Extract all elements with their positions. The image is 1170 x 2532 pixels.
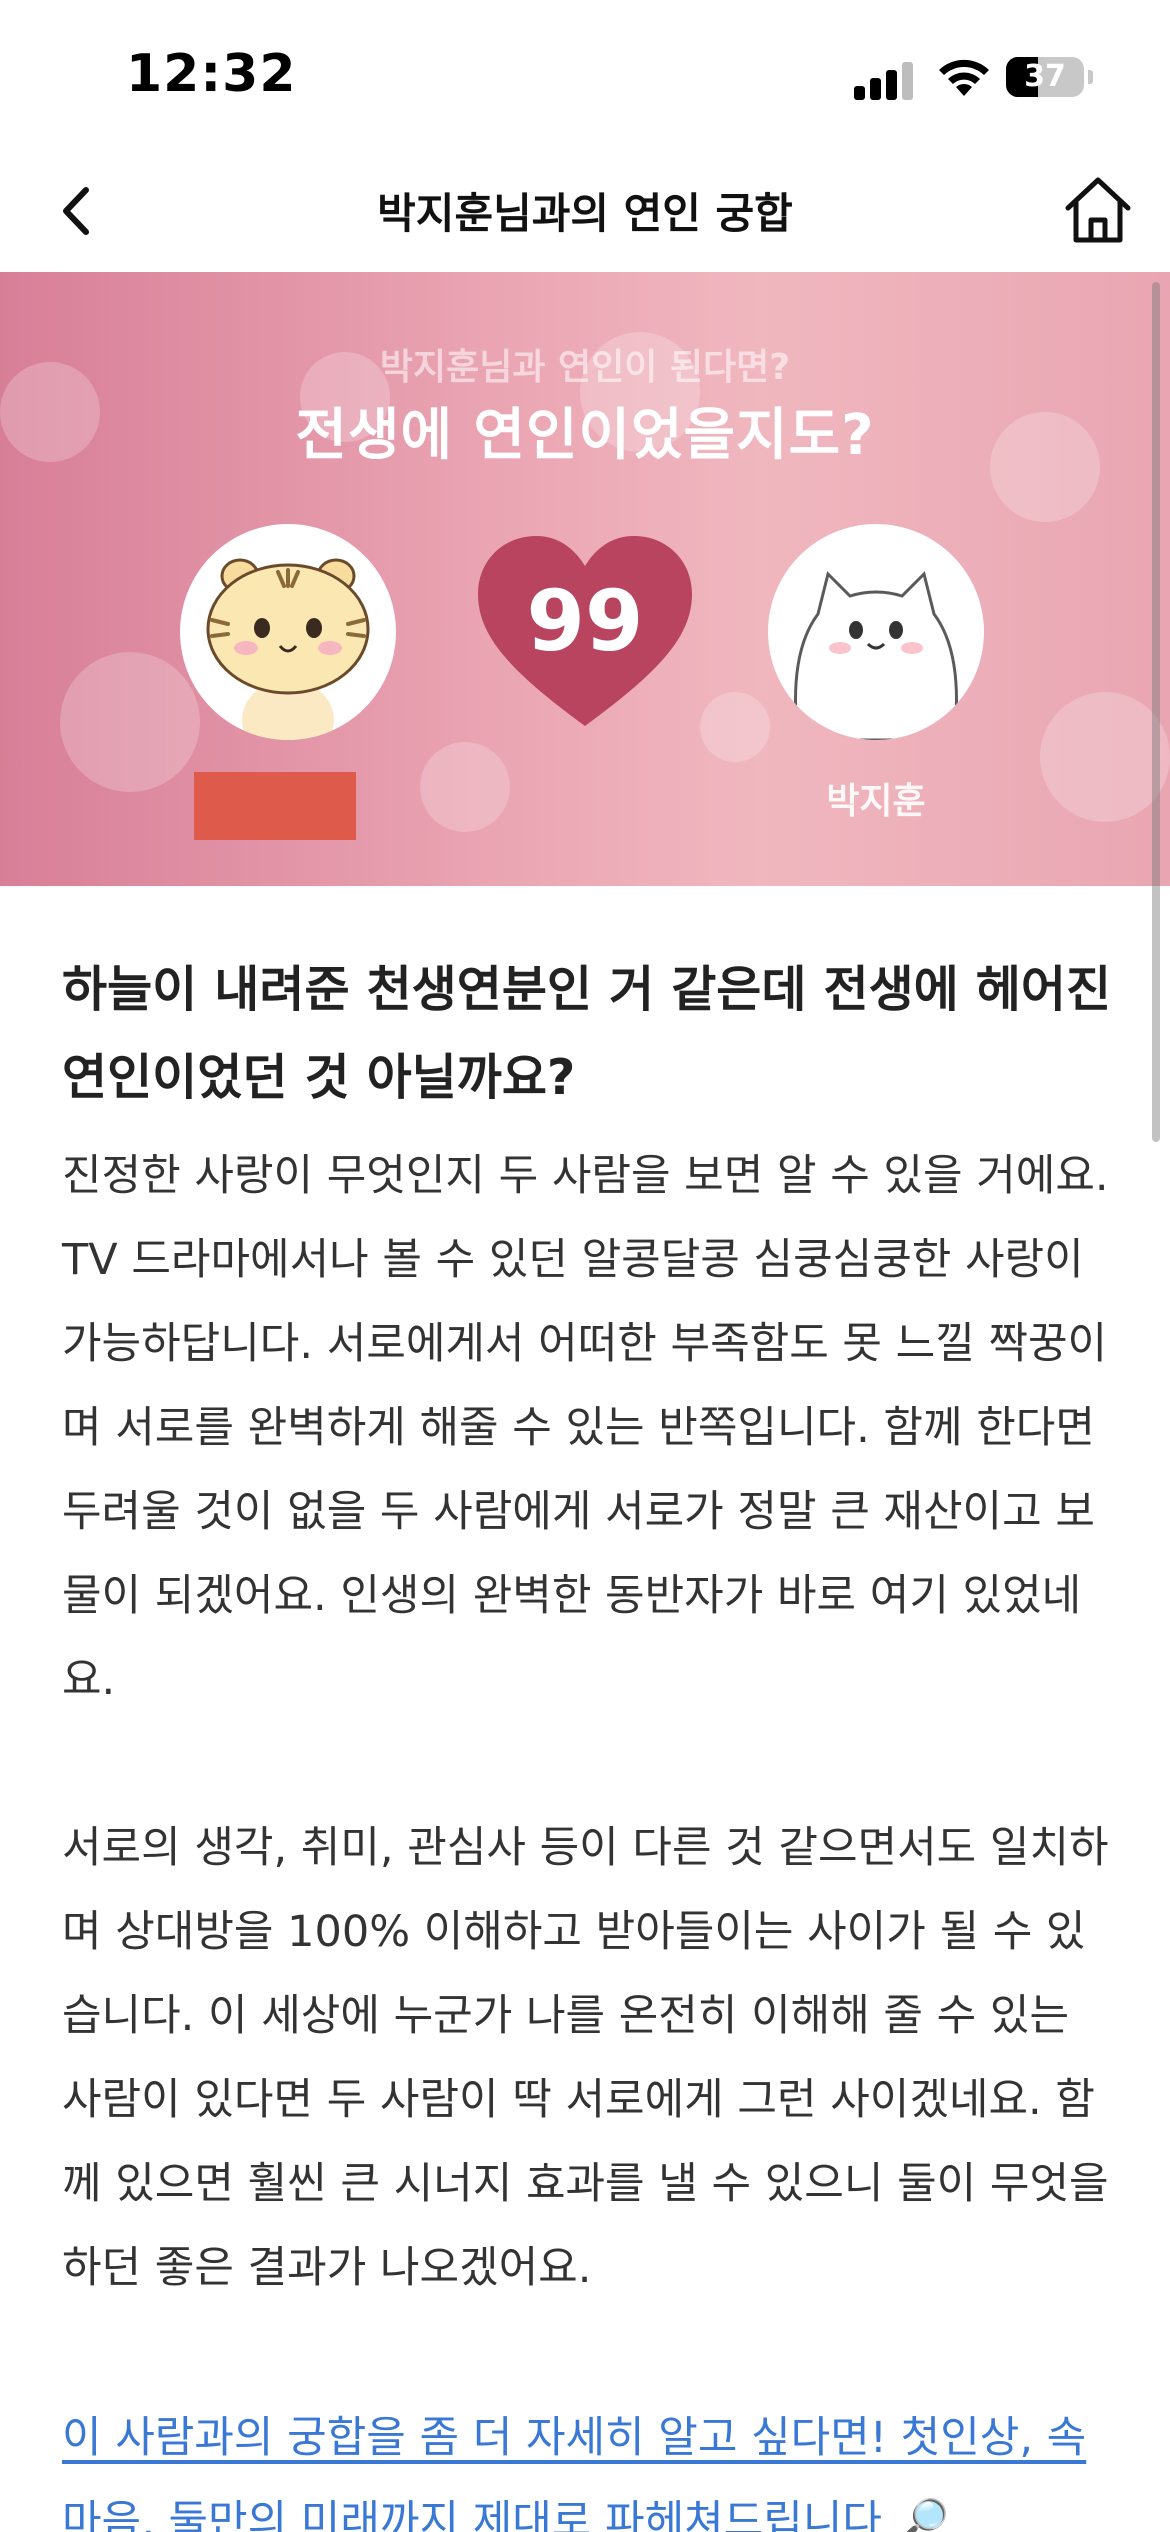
cellular-signal-icon [854,60,914,100]
battery-icon: 37 [1006,57,1084,97]
banner-subtitle: 박지훈님과 연인이 된다면? [379,347,791,388]
banner-title: 전생에 연인이었을지도? [295,403,875,468]
compatibility-banner: 박지훈님과 연인이 된다면? 전생에 연인이었을지도? 99 박지훈 [0,272,1170,886]
chevron-left-icon[interactable] [48,176,108,246]
white-cat-character-icon [794,571,958,740]
battery-level: 37 [1024,59,1066,94]
status-time: 12:32 [126,44,297,104]
page-title: 박지훈님과의 연인 궁합 [377,189,793,238]
result-headline: 하늘이 내려준 천생연분인 거 같은데 전생에 헤어진 연인이었던 것 아닐까요… [62,961,1112,1106]
detail-compatibility-link[interactable]: 이 사람과의 궁합을 좀 더 자세히 알고 싶다면! 첫인상, 속마음, 둘만의… [62,2396,1112,2532]
result-content: 하늘이 내려준 천생연분인 거 같은데 전생에 헤어진 연인이었던 것 아닐까요… [62,946,1112,2532]
my-avatar [180,524,396,740]
partner-avatar [768,524,984,740]
wifi-icon [939,59,989,96]
nav-bar: 박지훈님과의 연인 궁합 [0,150,1170,272]
scrollbar[interactable] [1152,282,1160,1142]
status-bar: 12:32 37 [0,0,1170,150]
home-icon[interactable] [1058,170,1138,250]
result-paragraph-2: 서로의 생각, 취미, 관심사 등이 다른 것 같으면서도 일치하며 상대방을 … [62,1823,1109,2293]
compatibility-score: 99 [526,572,644,670]
partner-name: 박지훈 [826,781,926,822]
result-paragraph-1: 진정한 사랑이 무엇인지 두 사람을 보면 알 수 있을 거에요. TV 드라마… [62,1151,1109,1705]
tiger-character-icon [206,558,370,740]
my-name-redacted [194,772,356,840]
